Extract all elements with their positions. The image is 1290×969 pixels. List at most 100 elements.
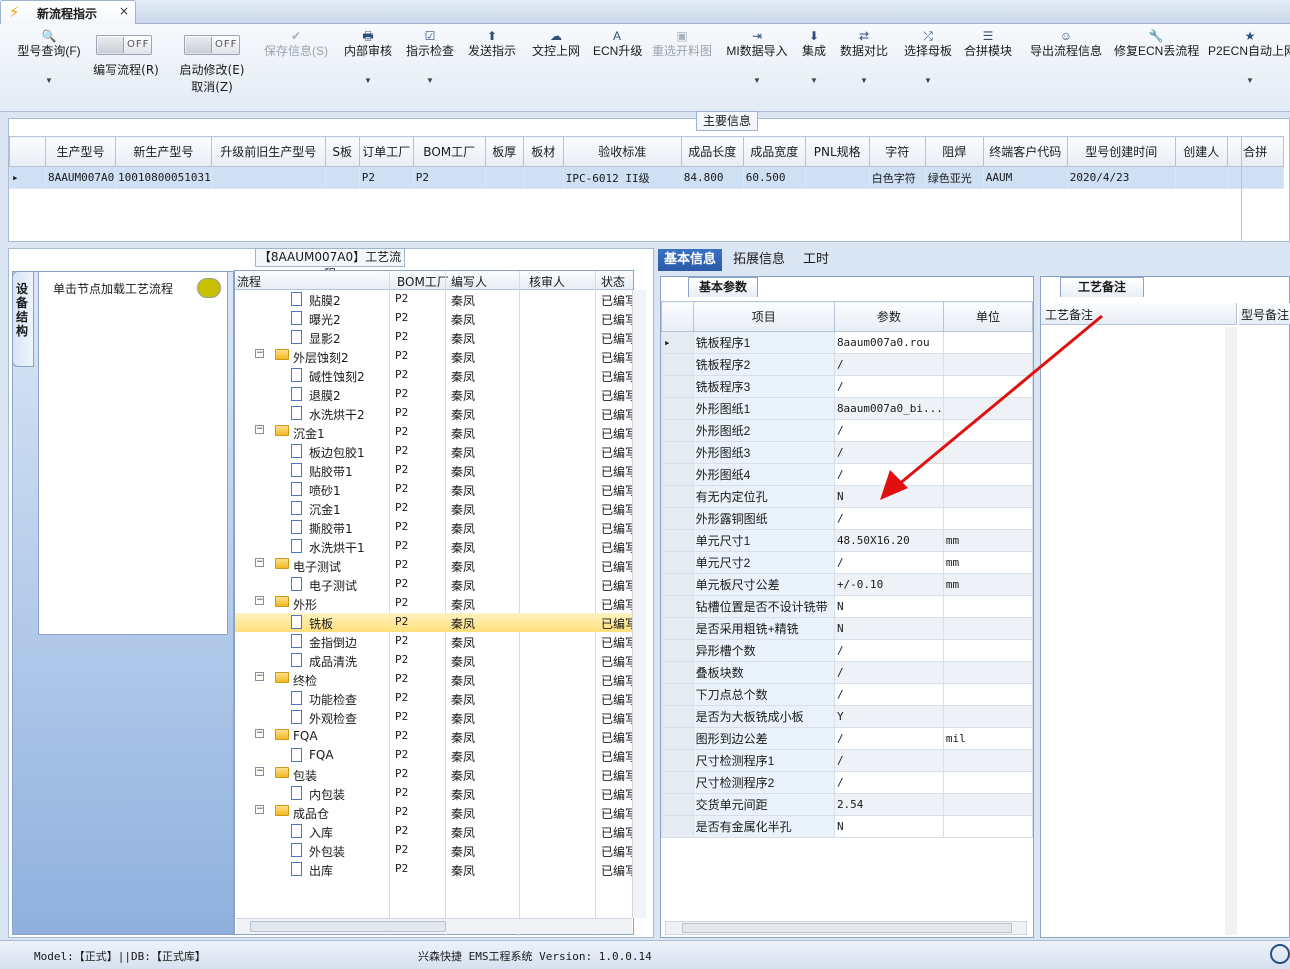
tree-row[interactable]: 成品清洗 P2 秦凤 已编写 — [235, 651, 633, 670]
tree-column-header[interactable]: 状态 — [601, 273, 625, 290]
toolbar-button-15[interactable]: ★ P2ECN自动上网 ▼ — [1208, 28, 1290, 89]
toolbar-button-0[interactable]: 🔍 型号查询(F) ▼ — [14, 28, 84, 89]
tab-basic-info[interactable]: 基本信息 — [658, 249, 722, 271]
tree-row[interactable]: 显影2 P2 秦凤 已编写 — [235, 328, 633, 347]
param-value[interactable]: / — [833, 551, 944, 574]
param-value[interactable]: / — [833, 507, 944, 530]
cancel-label[interactable]: 取消(Z) — [172, 79, 252, 96]
param-row[interactable]: 外形露铜图纸 / — [661, 507, 1034, 530]
param-value[interactable]: Y — [833, 705, 944, 728]
tab-extended-info[interactable]: 拓展信息 — [728, 249, 790, 271]
column-header[interactable]: 生产型号 — [45, 136, 116, 167]
param-row[interactable]: 是否采用粗铣+精铣 N — [661, 617, 1034, 640]
tree-row[interactable]: − 终检 P2 秦凤 已编写 — [235, 670, 633, 689]
param-value[interactable]: N — [833, 815, 944, 838]
tree-row[interactable]: − 沉金1 P2 秦凤 已编写 — [235, 423, 633, 442]
toolbar-button-2[interactable]: 🖶 内部审核 ▼ — [342, 28, 394, 89]
tab-basic-params[interactable]: 基本参数 — [688, 277, 758, 297]
param-value[interactable]: 2.54 — [833, 793, 944, 816]
chevron-down-icon[interactable]: ▼ — [724, 73, 790, 89]
cell[interactable]: 8AAUM007A0 — [45, 166, 116, 189]
cell[interactable]: 白色字符 — [868, 166, 926, 189]
tree-row[interactable]: 铣板 P2 秦凤 已编写 — [235, 613, 633, 632]
toolbar-button-8[interactable]: ⇥ MI数据导入 ▼ — [724, 28, 790, 89]
tree-column-header[interactable]: 核审人 — [529, 273, 565, 290]
tree-row[interactable]: − 外层蚀刻2 P2 秦凤 已编写 — [235, 347, 633, 366]
toolbar-button-14[interactable]: 🔧 修复ECN丢流程 — [1114, 28, 1199, 59]
param-row[interactable]: 下刀点总个数 / — [661, 683, 1034, 706]
cell[interactable] — [804, 166, 870, 189]
chevron-down-icon[interactable]: ▼ — [14, 73, 84, 89]
param-row[interactable]: 尺寸检测程序1/ — [661, 749, 1034, 772]
tab-work-hours[interactable]: 工时 — [796, 249, 836, 271]
toolbar-button-12[interactable]: ☰ 合拼模块 — [964, 28, 1012, 59]
tree-horizontal-scrollbar[interactable] — [236, 918, 632, 934]
tab-new-process[interactable]: ⚡ 新流程指示 × — [0, 0, 136, 25]
column-header[interactable]: 升级前旧生产型号 — [210, 136, 326, 167]
tree-row[interactable]: 水洗烘干2 P2 秦凤 已编写 — [235, 404, 633, 423]
tree-column-header[interactable]: 流程 — [237, 273, 261, 290]
tree-row[interactable]: FQA P2 秦凤 已编写 — [235, 746, 633, 765]
tree-row[interactable]: 碱性蚀刻2 P2 秦凤 已编写 — [235, 366, 633, 385]
column-header[interactable]: 阻焊 — [924, 136, 984, 167]
collapse-icon[interactable]: − — [255, 349, 264, 358]
toolbar-button-7[interactable]: ▣ 重选开料图 — [650, 28, 714, 59]
tree-row[interactable]: − 包装 P2 秦凤 已编写 — [235, 765, 633, 784]
cell[interactable]: 60.500 — [742, 166, 806, 189]
tree-row[interactable]: 贴胶带1 P2 秦凤 已编写 — [235, 461, 633, 480]
toolbar-button-6[interactable]: A ECN升级 — [593, 28, 642, 59]
param-row[interactable]: 单元尺寸1 48.50X16.20 mm — [661, 529, 1034, 552]
cell[interactable] — [210, 166, 326, 189]
process-tree[interactable]: 流程 BOM工厂 编写人 核审人 状态 贴膜2 P2 秦凤 已编写 曝光2 P2 秦凤 已编写 显影2 P… — [234, 270, 634, 936]
tree-row[interactable]: 入库 P2 秦凤 已编写 — [235, 822, 633, 841]
param-value[interactable]: 48.50X16.20 — [833, 529, 944, 552]
cell[interactable] — [522, 166, 564, 189]
column-header[interactable]: 成品长度 — [680, 136, 744, 167]
cell[interactable]: P2 — [358, 166, 414, 189]
tree-row[interactable]: − 电子测试 P2 秦凤 已编写 — [235, 556, 633, 575]
tree-row[interactable]: 内包装 P2 秦凤 已编写 — [235, 784, 633, 803]
param-value[interactable]: / — [833, 727, 944, 750]
tab-process-notes[interactable]: 工艺备注 — [1060, 277, 1144, 297]
column-header[interactable]: 验收标准 — [562, 136, 682, 167]
param-row[interactable]: 叠板块数 / — [661, 661, 1034, 684]
collapse-icon[interactable]: − — [255, 672, 264, 681]
tree-row[interactable]: 喷砂1 P2 秦凤 已编写 — [235, 480, 633, 499]
side-tab-equipment[interactable]: 设备结构 — [12, 271, 34, 367]
tree-row[interactable]: − FQA P2 秦凤 已编写 — [235, 727, 633, 746]
cell[interactable]: P2 — [412, 166, 486, 189]
tree-row[interactable]: 外观检查 P2 秦凤 已编写 — [235, 708, 633, 727]
column-header[interactable]: 项目 — [692, 301, 835, 332]
cell[interactable] — [1226, 166, 1284, 189]
cell[interactable]: IPC-6012 II级 — [562, 166, 682, 189]
collapse-icon[interactable]: − — [255, 558, 264, 567]
tree-row[interactable]: 退膜2 P2 秦凤 已编写 — [235, 385, 633, 404]
collapse-icon[interactable]: − — [255, 729, 264, 738]
tree-row[interactable]: 水洗烘干1 P2 秦凤 已编写 — [235, 537, 633, 556]
tree-row[interactable]: 功能检查 P2 秦凤 已编写 — [235, 689, 633, 708]
param-row[interactable]: 是否有金属化半孔 N — [661, 815, 1034, 838]
tree-row[interactable]: 出库 P2 秦凤 已编写 — [235, 860, 633, 879]
param-row[interactable]: 钻槽位置是否不设计铣带 N — [661, 595, 1034, 618]
param-row[interactable]: 图形到边公差 / mil — [661, 727, 1034, 750]
chevron-down-icon[interactable]: ▼ — [1208, 73, 1290, 89]
tree-row[interactable]: 板边包胶1 P2 秦凤 已编写 — [235, 442, 633, 461]
clock-icon[interactable] — [1270, 944, 1290, 964]
column-header[interactable]: 字符 — [868, 136, 926, 167]
param-value[interactable]: +/-0.10 — [833, 573, 944, 596]
tree-row[interactable]: 曝光2 P2 秦凤 已编写 — [235, 309, 633, 328]
param-value[interactable]: / — [833, 639, 944, 662]
tree-vertical-scrollbar[interactable] — [632, 290, 646, 918]
tree-row[interactable]: 电子测试 P2 秦凤 已编写 — [235, 575, 633, 594]
tree-row[interactable]: 金指倒边 P2 秦凤 已编写 — [235, 632, 633, 651]
column-header[interactable]: 合拼 — [1226, 136, 1284, 167]
chevron-down-icon[interactable]: ▼ — [342, 73, 394, 89]
param-value[interactable]: / — [833, 683, 944, 706]
enable-modify-toggle[interactable]: OFF — [184, 35, 240, 55]
toolbar-button-1[interactable]: ✔ 保存信息(S) — [260, 28, 332, 59]
param-row[interactable]: 单元尺寸2/mm — [661, 551, 1034, 574]
cell[interactable]: 84.800 — [680, 166, 744, 189]
tree-column-header[interactable]: 编写人 — [451, 273, 487, 290]
param-value[interactable]: / — [833, 771, 944, 794]
tree-row[interactable]: 沉金1 P2 秦凤 已编写 — [235, 499, 633, 518]
